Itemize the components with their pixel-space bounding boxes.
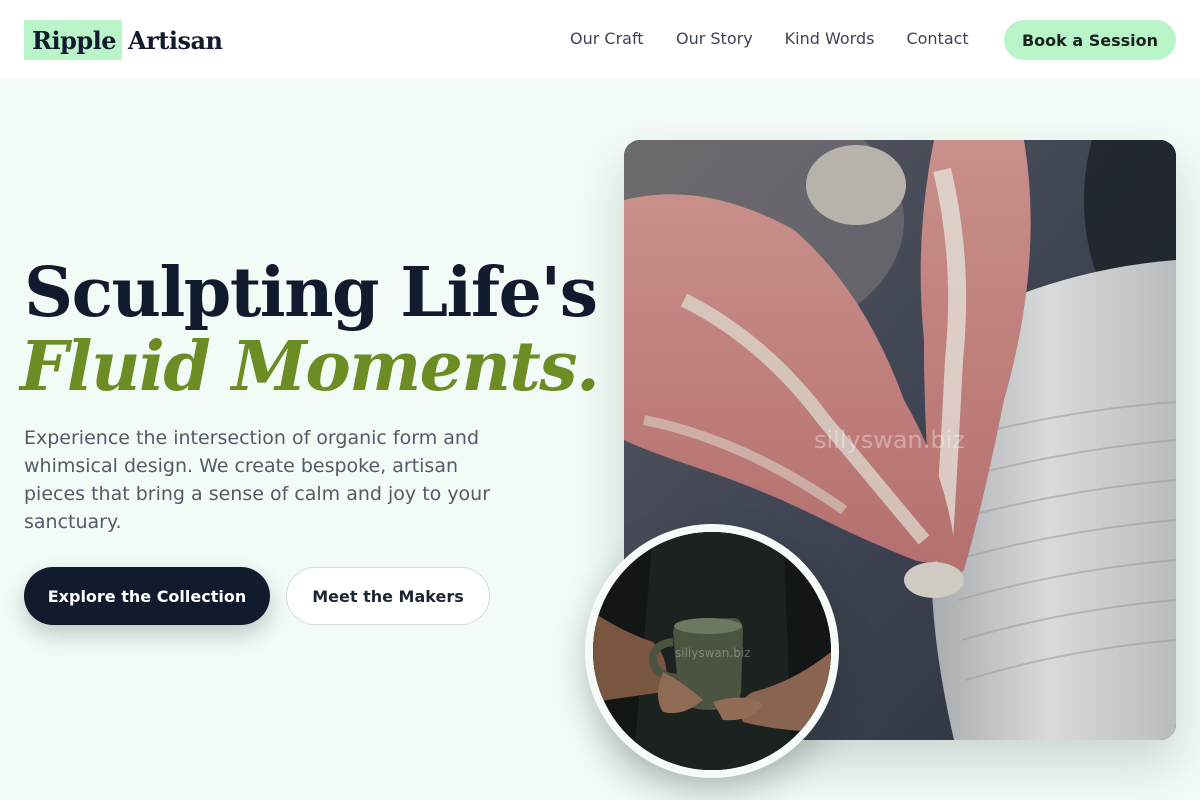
hero-title-line1: Sculpting Life's [24,253,598,333]
mug-image-frame: sillyswan.biz [585,524,839,778]
logo-highlight: Ripple [24,20,123,60]
mug-image: sillyswan.biz [593,532,831,770]
main-nav: Our Craft Our Story Kind Words Contact [570,29,969,49]
nav-our-craft[interactable]: Our Craft [570,29,644,49]
nav-kind-words[interactable]: Kind Words [785,29,875,49]
hero-description: Experience the intersection of organic f… [24,427,491,533]
hero-title-line2: Fluid Moments. [20,327,600,407]
hero-title: Sculpting Life's Fluid Moments. [20,253,600,404]
meet-makers-button[interactable]: Meet the Makers [286,567,490,625]
brand-logo[interactable]: Ripple Artisan [24,20,223,60]
explore-collection-button[interactable]: Explore the Collection [24,567,270,625]
nav-our-story[interactable]: Our Story [676,29,753,49]
site-header: Ripple Artisan Our Craft Our Story Kind … [0,0,1200,78]
nav-contact[interactable]: Contact [906,29,968,49]
mug-illustration [593,532,831,770]
logo-text: Artisan [128,25,223,55]
book-session-button[interactable]: Book a Session [1004,20,1176,60]
